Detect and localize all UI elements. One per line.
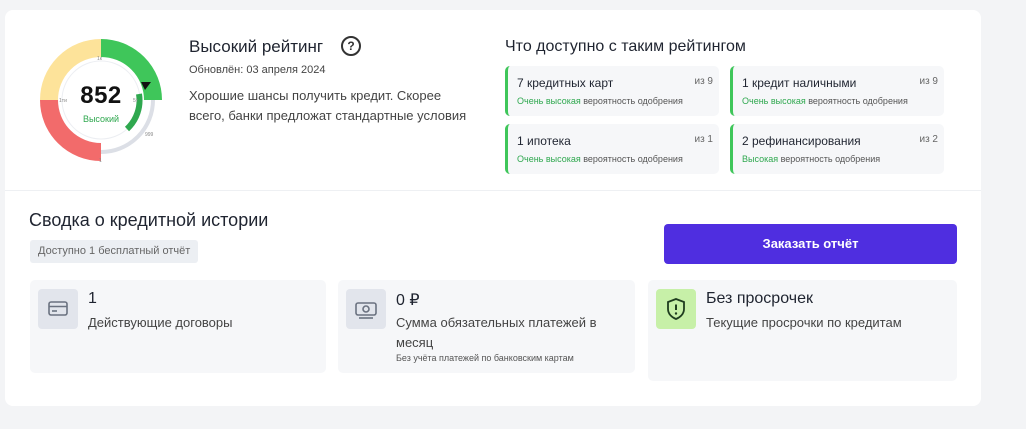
stat-label: Действующие договоры (88, 315, 233, 330)
rating-gauge: 1к 1ти 5т 999 1 852 Высокий (35, 34, 175, 174)
offer-count: из 1 (694, 134, 713, 145)
summary-title: Сводка о кредитной истории (29, 210, 269, 230)
offer-title: 1 кредит наличными (742, 76, 857, 90)
rating-title: Высокий рейтинг (189, 37, 324, 56)
stat-value: 0 ₽ (396, 292, 420, 309)
offer-probability: Очень высокая вероятность одобрения (517, 154, 683, 164)
offer-probability: Высокая вероятность одобрения (742, 154, 880, 164)
order-report-button[interactable]: Заказать отчёт (664, 224, 957, 264)
available-title: Что доступно с таким рейтингом (505, 38, 746, 55)
offer-probability: Очень высокая вероятность одобрения (742, 96, 908, 106)
offer-probability-text: вероятность одобрения (580, 154, 683, 164)
stat-active-contracts: 1 Действующие договоры (30, 280, 326, 373)
stat-monthly-payments: 0 ₽ Сумма обязательных платежей в месяц … (338, 280, 635, 373)
gauge-tick-label: 1к (97, 56, 103, 62)
money-icon (346, 289, 386, 329)
offer-title: 2 рефинансирования (742, 134, 861, 148)
offer-count: из 2 (919, 134, 938, 145)
offer-probability-level: Очень высокая (517, 154, 581, 164)
rating-updated-date: Обновлён: 03 апреля 2024 (189, 64, 326, 76)
stat-label: Сумма обязательных платежей в месяц (396, 315, 597, 350)
section-divider (5, 190, 981, 191)
offer-count: из 9 (694, 76, 713, 87)
gauge-tick-label: 1 (99, 158, 102, 164)
offer-probability-text: вероятность одобрения (778, 154, 881, 164)
offer-probability: Очень высокая вероятность одобрения (517, 96, 683, 106)
gauge-tick-label: 999 (145, 132, 154, 138)
offer-probability-level: Очень высокая (742, 96, 806, 106)
rating-level: Высокий (82, 114, 120, 124)
offer-probability-text: вероятность одобрения (805, 96, 908, 106)
stat-note: Без учёта платежей по банковским картам (396, 353, 574, 363)
offer-credit-cards[interactable]: 7 кредитных карт из 9 Очень высокая веро… (505, 66, 719, 116)
rating-score: 852 (80, 82, 122, 109)
offer-count: из 9 (919, 76, 938, 87)
stat-value: 1 (88, 290, 97, 307)
offer-probability-text: вероятность одобрения (580, 96, 683, 106)
offer-refinancing[interactable]: 2 рефинансирования из 2 Высокая вероятно… (730, 124, 944, 174)
stat-value: Без просрочек (706, 290, 813, 307)
free-report-badge: Доступно 1 бесплатный отчёт (30, 240, 199, 263)
offer-title: 7 кредитных карт (517, 76, 614, 90)
offer-cash-loan[interactable]: 1 кредит наличными из 9 Очень высокая ве… (730, 66, 944, 116)
stat-overdue: Без просрочек Текущие просрочки по креди… (648, 280, 957, 381)
offer-title: 1 ипотека (517, 134, 571, 148)
stat-label: Текущие просрочки по кредитам (706, 315, 902, 330)
rating-description: Хорошие шансы получить кредит. Скорее вс… (189, 88, 467, 123)
help-icon[interactable]: ? (341, 36, 361, 56)
rating-card: 1к 1ти 5т 999 1 852 Высокий Высокий рейт… (5, 10, 981, 406)
offer-probability-level: Высокая (742, 154, 779, 164)
card-icon (38, 289, 78, 329)
offer-mortgage[interactable]: 1 ипотека из 1 Очень высокая вероятность… (505, 124, 719, 174)
offer-probability-level: Очень высокая (517, 96, 581, 106)
shield-icon (656, 289, 696, 329)
